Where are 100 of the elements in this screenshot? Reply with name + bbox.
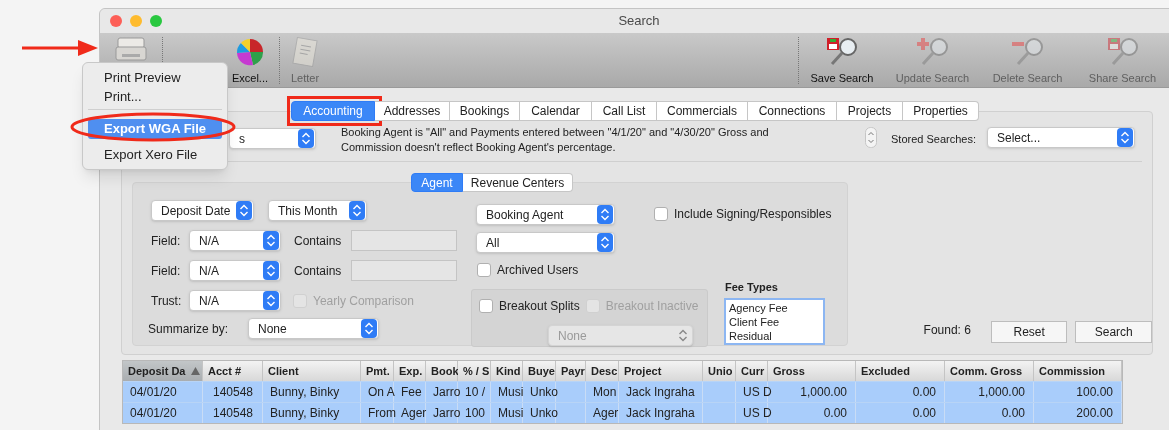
tab[interactable]: Calendar xyxy=(520,101,592,121)
field-label: Contains xyxy=(294,262,343,280)
zoom-button[interactable] xyxy=(150,15,162,27)
column-header[interactable]: Client xyxy=(263,361,361,381)
dropdown[interactable]: This Month xyxy=(268,200,367,221)
menu-item[interactable]: Print Preview xyxy=(88,68,222,87)
table-cell: Jarro xyxy=(426,403,458,423)
push-button[interactable]: Reset xyxy=(990,321,1068,343)
updown-icon xyxy=(236,201,252,220)
table-cell: 04/01/20 xyxy=(123,403,203,423)
search-description: Booking Agent is "All" and Payments entered between "4/1/20" and "4/30/20" Gross and Commission doesn't reflect Booking Agent's percentage. xyxy=(341,125,770,155)
dropdown[interactable]: N/A xyxy=(189,260,281,281)
dropdown[interactable]: s xyxy=(229,128,316,149)
column-header[interactable]: Unio xyxy=(703,361,736,381)
table-cell: 200.00 xyxy=(1034,403,1122,423)
tab[interactable]: Addresses xyxy=(375,101,450,121)
dropdown[interactable]: None xyxy=(248,318,379,339)
dropdown[interactable]: Booking Agent xyxy=(476,204,615,225)
column-header[interactable]: Gross xyxy=(768,361,856,381)
field-label: Summarize by: xyxy=(148,320,230,338)
field-label: Field: xyxy=(151,262,182,280)
column-header[interactable]: Project xyxy=(619,361,703,381)
column-header[interactable]: % / S xyxy=(458,361,491,381)
tab[interactable]: Revenue Centers xyxy=(463,173,573,192)
updown-icon xyxy=(361,319,377,338)
updown-icon xyxy=(263,291,279,310)
checkbox[interactable] xyxy=(479,299,493,313)
updown-icon xyxy=(1117,128,1133,147)
tab[interactable]: Bookings xyxy=(450,101,520,121)
push-button[interactable]: Search xyxy=(1075,321,1152,343)
column-header[interactable]: Commission xyxy=(1034,361,1122,381)
list-item[interactable]: Residual xyxy=(729,328,820,343)
column-header[interactable]: Comm. Gross xyxy=(945,361,1034,381)
column-header[interactable]: Payr xyxy=(556,361,586,381)
dropdown[interactable]: Select... xyxy=(987,127,1135,148)
tab[interactable]: Commercials xyxy=(657,101,748,121)
table-cell: 0.00 xyxy=(856,403,945,423)
save-search-icon xyxy=(826,37,858,67)
table-cell: Bunny, Binky xyxy=(263,403,361,423)
field-label: Contains xyxy=(294,232,343,250)
stepper-icon xyxy=(865,127,877,148)
menu-item[interactable]: Export Xero File xyxy=(88,145,222,164)
updown-icon xyxy=(597,233,613,252)
toolbar-button[interactable]: Save Search xyxy=(799,33,885,87)
dropdown[interactable]: N/A xyxy=(189,290,281,311)
column-header[interactable]: Deposit Da xyxy=(123,361,203,381)
updown-icon xyxy=(263,261,279,280)
checkbox[interactable] xyxy=(654,207,668,221)
window-title: Search xyxy=(618,12,660,31)
updown-icon xyxy=(298,129,314,148)
table-cell: Ager xyxy=(586,403,619,423)
share-search-icon xyxy=(1106,37,1139,67)
tab[interactable]: Call List xyxy=(592,101,657,121)
table-cell: From xyxy=(361,403,394,423)
group-label: Fee Types xyxy=(725,280,779,295)
tab[interactable]: Accounting xyxy=(291,101,375,121)
column-header[interactable]: Exp. xyxy=(394,361,426,381)
checkbox-label: Yearly Comparison xyxy=(313,292,414,310)
field-label: Found: 6 xyxy=(923,322,971,339)
field-label: Trust: xyxy=(151,292,183,310)
table-cell: 140548 xyxy=(203,403,263,423)
table-cell: 0.00 xyxy=(945,403,1034,423)
column-header[interactable]: Excluded xyxy=(856,361,945,381)
updown-icon xyxy=(597,205,613,224)
dropdown[interactable]: Deposit Date xyxy=(151,200,254,221)
field-label: Stored Searches: xyxy=(891,132,976,147)
remove-search-icon xyxy=(1011,37,1044,67)
column-header[interactable]: Desc xyxy=(586,361,619,381)
column-header[interactable]: Curr xyxy=(736,361,768,381)
updown-icon xyxy=(349,201,365,220)
dropdown[interactable]: N/A xyxy=(189,230,281,251)
tab[interactable]: Agent xyxy=(411,173,463,192)
close-button[interactable] xyxy=(110,15,122,27)
updown-icon xyxy=(263,231,279,250)
column-header[interactable]: Buye xyxy=(523,361,556,381)
list-item[interactable]: Client Fee xyxy=(729,314,820,329)
add-search-icon xyxy=(916,37,949,67)
contains-field[interactable] xyxy=(351,230,457,251)
list-item[interactable]: Agency Fee xyxy=(729,300,820,315)
pie-chart-icon xyxy=(235,37,265,67)
column-header[interactable]: Book xyxy=(426,361,458,381)
tab[interactable]: Properties xyxy=(903,101,979,121)
fee-types-list[interactable]: Agency Fee Client Fee Residual xyxy=(724,297,825,345)
table-cell: Jack Ingraha xyxy=(619,403,703,423)
dropdown[interactable]: All xyxy=(476,232,615,253)
sort-arrow-icon xyxy=(191,367,200,375)
menu-item[interactable]: Print... xyxy=(88,87,222,106)
minimize-button[interactable] xyxy=(130,15,142,27)
column-header[interactable]: Pmt. xyxy=(361,361,394,381)
tab[interactable]: Connections xyxy=(748,101,837,121)
field-label: Field: xyxy=(151,232,182,250)
checkbox-label: Include Signing/Responsibles xyxy=(674,206,832,223)
column-header[interactable]: Acct # xyxy=(203,361,263,381)
table-cell: Ager xyxy=(394,403,426,423)
tab[interactable]: Projects xyxy=(837,101,903,121)
contains-field[interactable] xyxy=(351,260,457,281)
checkbox-label: Archived Users xyxy=(497,262,579,279)
checkbox[interactable] xyxy=(477,263,491,277)
checkbox-label: Breakout Splits xyxy=(499,298,580,315)
column-header[interactable]: Kind xyxy=(491,361,523,381)
